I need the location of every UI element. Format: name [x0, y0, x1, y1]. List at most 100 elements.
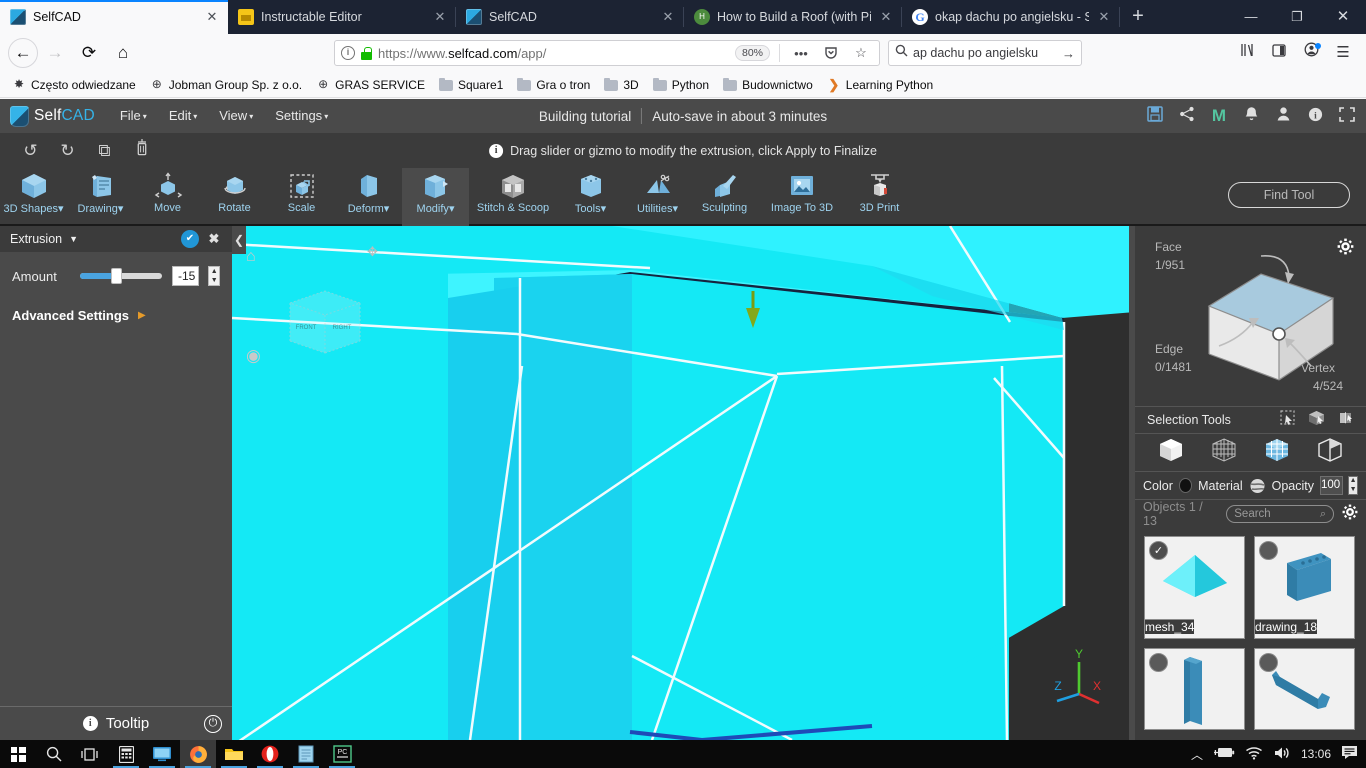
object-selected-check[interactable]	[1149, 653, 1168, 672]
copy-button[interactable]: ⧉	[86, 133, 123, 168]
bookmark-item[interactable]: ⊕ GRAS SERVICE	[310, 76, 431, 94]
slider-handle[interactable]	[111, 268, 123, 284]
edge-mode-icon[interactable]	[1316, 437, 1344, 468]
notepad-icon[interactable]	[288, 740, 324, 768]
share-icon[interactable]	[1178, 106, 1196, 126]
object-thumbnail[interactable]: drawing_18	[1254, 536, 1355, 639]
calculator-icon[interactable]	[108, 740, 144, 768]
maximize-button[interactable]: ❐	[1274, 0, 1320, 34]
tool-rotate[interactable]: Rotate	[201, 168, 268, 226]
object-selected-check[interactable]: ✓	[1149, 541, 1168, 560]
tool-scale[interactable]: Scale	[268, 168, 335, 226]
browser-tab-0[interactable]: SelfCAD ✕	[0, 0, 228, 34]
start-icon[interactable]	[0, 740, 36, 768]
tool-sculpting[interactable]: Sculpting	[691, 168, 758, 226]
navigation-cube[interactable]: FRONT RIGHT	[280, 281, 370, 366]
save-icon[interactable]	[1146, 106, 1164, 126]
collapse-panel-button[interactable]: ❮	[232, 226, 246, 254]
home-icon[interactable]: ⌂	[246, 248, 256, 266]
amount-input[interactable]: -15	[172, 266, 200, 286]
menu-view[interactable]: View ▾	[208, 99, 264, 133]
page-info-icon[interactable]: i	[341, 46, 355, 60]
tool-3d-shapes[interactable]: 3D Shapes▾	[0, 168, 67, 226]
pan-icon[interactable]: ✥	[367, 244, 378, 260]
tool-stitch-scoop[interactable]: Stitch & Scoop	[469, 168, 557, 226]
tool-move[interactable]: Move	[134, 168, 201, 226]
library-icon[interactable]	[1232, 38, 1262, 68]
object-mode-icon[interactable]	[1157, 437, 1185, 468]
tab-close-icon[interactable]: ✕	[878, 9, 894, 25]
tab-close-icon[interactable]: ✕	[432, 9, 448, 25]
objects-search-input[interactable]: Search ⌕	[1226, 505, 1334, 523]
forward-button[interactable]: →	[38, 38, 72, 68]
battery-icon[interactable]	[1213, 746, 1235, 762]
page-actions-icon[interactable]: •••	[789, 46, 813, 61]
tool-image-to-3d[interactable]: Image To 3D	[758, 168, 846, 226]
menu-icon[interactable]: ☰	[1328, 38, 1358, 68]
apply-button[interactable]: ✔	[181, 230, 199, 248]
stepper-up[interactable]: ▲	[1349, 477, 1357, 486]
zoom-level-badge[interactable]: 80%	[734, 45, 770, 61]
minimize-button[interactable]: —	[1228, 0, 1274, 34]
object-thumbnail[interactable]	[1144, 648, 1245, 730]
bookmark-item[interactable]: Budownictwo	[717, 76, 819, 94]
tab-close-icon[interactable]: ✕	[204, 9, 220, 25]
close-window-button[interactable]: ✕	[1320, 0, 1366, 34]
home-button[interactable]: ⌂	[106, 38, 140, 68]
firefox-icon[interactable]	[180, 740, 216, 768]
tool-3d-print[interactable]: 3D Print	[846, 168, 913, 226]
orbit-icon[interactable]: ◉	[246, 346, 261, 366]
amount-stepper[interactable]: ▲ ▼	[208, 266, 220, 286]
vertex-mode-icon[interactable]	[1210, 437, 1238, 468]
object-thumbnail[interactable]: ✓ mesh_34	[1144, 536, 1245, 639]
tool-tools[interactable]: Tools▾	[557, 168, 624, 226]
paint-select-icon[interactable]	[1337, 410, 1354, 431]
user-icon[interactable]	[1274, 106, 1292, 126]
bookmark-star-icon[interactable]: ☆	[849, 45, 873, 61]
browser-tab-4[interactable]: G okap dachu po angielsku - Szuk ✕	[902, 0, 1120, 34]
clock-time[interactable]: 13:06	[1301, 747, 1331, 761]
object-selected-check[interactable]	[1259, 653, 1278, 672]
stepper-up[interactable]: ▲	[209, 267, 219, 276]
material-icon[interactable]	[1249, 478, 1266, 493]
selfcad-logo[interactable]: SelfCAD	[10, 105, 95, 127]
amount-slider[interactable]	[79, 268, 163, 284]
opacity-input[interactable]: 100	[1320, 476, 1344, 495]
chevron-down-icon[interactable]: ▼	[69, 234, 78, 244]
close-panel-button[interactable]: ✖	[206, 231, 222, 247]
sidebar-icon[interactable]	[1264, 38, 1294, 68]
search-input[interactable]: ap dachu po angielsku	[913, 46, 1057, 60]
3d-viewport[interactable]: ❮ ⌂ ✥ ◉ FRONT RIGHT Y X Z	[232, 226, 1135, 740]
info-icon[interactable]: i	[1306, 107, 1324, 126]
opera-icon[interactable]	[252, 740, 288, 768]
bookmark-item[interactable]: Python	[647, 76, 715, 94]
browser-tab-1[interactable]: Instructable Editor ✕	[228, 0, 456, 34]
volume-icon[interactable]	[1273, 746, 1291, 763]
stepper-down[interactable]: ▼	[1349, 486, 1357, 495]
bookmark-item[interactable]: ❯ Learning Python	[821, 76, 939, 94]
bell-icon[interactable]	[1242, 106, 1260, 126]
stepper-down[interactable]: ▼	[209, 276, 219, 285]
explorer-icon[interactable]	[216, 740, 252, 768]
face-mode-icon[interactable]	[1263, 437, 1291, 468]
tool-drawing[interactable]: Drawing▾	[67, 168, 134, 226]
wifi-icon[interactable]	[1245, 746, 1263, 763]
extrusion-gizmo-arrow[interactable]	[744, 291, 762, 329]
tool-modify[interactable]: Modify▾	[402, 168, 469, 226]
find-tool-input[interactable]: Find Tool	[1228, 182, 1350, 208]
chevron-up-icon[interactable]: ︿	[1191, 746, 1203, 763]
bookmark-item[interactable]: Gra o tron	[511, 76, 596, 94]
bookmark-item[interactable]: 3D	[598, 76, 644, 94]
pccleaner-icon[interactable]: PC	[324, 740, 360, 768]
rect-select-icon[interactable]	[1280, 409, 1296, 431]
opacity-stepper[interactable]: ▲ ▼	[1348, 476, 1358, 495]
object-selected-check[interactable]	[1259, 541, 1278, 560]
reload-button[interactable]: ⟳	[72, 38, 106, 68]
objects-settings-icon[interactable]	[1342, 504, 1358, 524]
tab-close-icon[interactable]: ✕	[1096, 9, 1112, 25]
search-submit-icon[interactable]: →	[1062, 46, 1075, 61]
tool-deform[interactable]: Deform▾	[335, 168, 402, 226]
menu-edit[interactable]: Edit ▾	[158, 99, 208, 133]
tab-close-icon[interactable]: ✕	[660, 9, 676, 25]
bookmark-item[interactable]: ✸ Często odwiedzane	[6, 76, 142, 94]
